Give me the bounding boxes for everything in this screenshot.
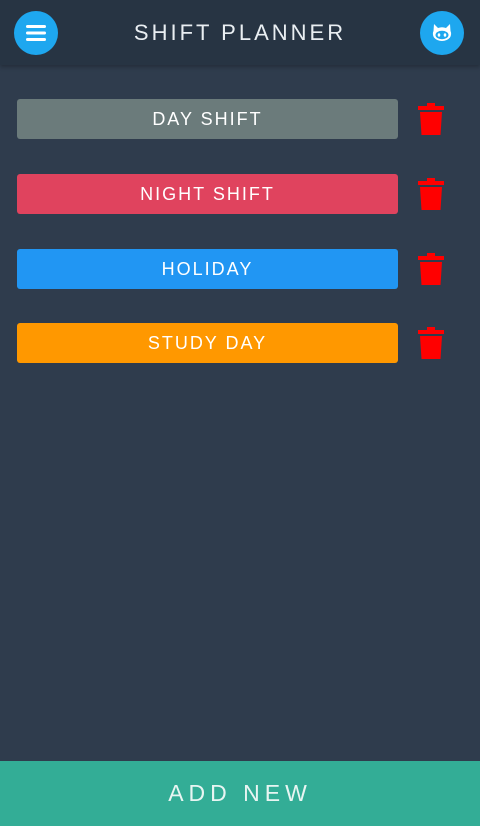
hamburger-menu-icon (26, 25, 46, 41)
shift-row-night: NIGHT SHIFT (17, 174, 457, 214)
delete-button-day[interactable] (415, 100, 447, 138)
delete-button-night[interactable] (415, 175, 447, 213)
shift-row-day: DAY SHIFT (17, 99, 457, 139)
delete-button-holiday[interactable] (415, 250, 447, 288)
trash-icon (418, 327, 444, 359)
page-title: SHIFT PLANNER (133, 20, 347, 45)
trash-icon (418, 103, 444, 135)
trash-icon (418, 253, 444, 285)
github-button[interactable] (420, 11, 464, 55)
shift-button-day[interactable]: DAY SHIFT (17, 99, 398, 139)
shift-row-study: STUDY DAY (17, 323, 457, 363)
add-new-button[interactable]: ADD NEW (0, 761, 480, 826)
app: SHIFT PLANNER DAY SHIFT NIGHT SHIFT HOLI… (0, 0, 480, 826)
app-header: SHIFT PLANNER (0, 0, 480, 65)
shift-button-night[interactable]: NIGHT SHIFT (17, 174, 398, 214)
trash-icon (418, 178, 444, 210)
shift-button-study[interactable]: STUDY DAY (17, 323, 398, 363)
shift-row-holiday: HOLIDAY (17, 249, 457, 289)
delete-button-study[interactable] (415, 324, 447, 362)
octocat-icon (432, 24, 452, 41)
menu-button[interactable] (14, 11, 58, 55)
shift-button-holiday[interactable]: HOLIDAY (17, 249, 398, 289)
